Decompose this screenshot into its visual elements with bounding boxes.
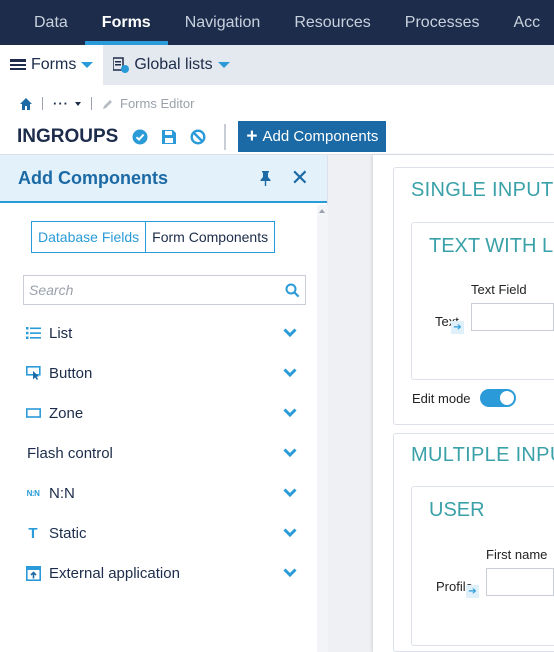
component-item-flash-control[interactable]: Flash control — [0, 433, 317, 473]
component-label: List — [49, 324, 73, 342]
section-title: SINGLE INPUT — [411, 179, 554, 201]
breadcrumb-more[interactable]: ··· — [53, 96, 81, 111]
component-label: Button — [49, 364, 93, 382]
plus-icon: + — [246, 125, 258, 147]
page-title: INGROUPS — [17, 125, 119, 147]
subsection-title: USER — [429, 499, 485, 521]
nav-tab-processes[interactable]: Processes — [388, 0, 497, 45]
edit-mode-switch[interactable] — [479, 389, 516, 407]
component-label: Static — [49, 524, 87, 542]
search-input[interactable] — [29, 282, 285, 298]
forms-menu-label: Forms — [31, 56, 77, 73]
breadcrumb-current: Forms Editor — [120, 96, 195, 111]
search-icon[interactable] — [285, 283, 300, 298]
chevron-down-icon[interactable] — [283, 528, 297, 538]
text-with-label-subsection[interactable]: TEXT WITH L — [411, 222, 554, 380]
global-lists-icon — [113, 57, 130, 73]
pin-icon[interactable] — [260, 170, 271, 186]
search-box — [23, 275, 306, 305]
sub-navigation: Forms Global lists — [0, 45, 554, 85]
chevron-down-icon[interactable] — [283, 568, 297, 578]
subsection-title: TEXT WITH L — [429, 235, 554, 257]
user-subsection[interactable]: USER — [411, 486, 554, 646]
title-bar: INGROUPS + Add Components — [17, 121, 387, 152]
component-item-static[interactable]: T Static — [0, 513, 317, 553]
panel-scrollbar[interactable] — [317, 205, 328, 652]
nav-tab-forms[interactable]: Forms — [84, 0, 168, 45]
nav-tab-resources[interactable]: Resources — [277, 0, 387, 45]
more-dots: ··· — [53, 96, 69, 111]
panel-title: Add Components — [18, 167, 168, 188]
database-fields-tab[interactable]: Database Fields — [31, 221, 147, 253]
first-name-input[interactable] — [486, 568, 554, 596]
chevron-down-icon[interactable] — [283, 488, 297, 498]
text-field-input[interactable] — [471, 303, 554, 331]
toolbar-divider — [224, 123, 227, 150]
edit-mode-label: Edit mode — [412, 390, 471, 406]
validate-check-icon[interactable] — [132, 129, 148, 145]
forms-menu[interactable]: Forms — [0, 45, 104, 85]
save-icon[interactable] — [161, 129, 177, 145]
link-arrow-icon: ➔ — [466, 585, 479, 598]
editor-header: ··· Forms Editor INGROUPS + Add Componen… — [0, 85, 554, 155]
add-components-button[interactable]: + Add Components — [238, 121, 387, 152]
breadcrumb-divider — [42, 97, 43, 110]
edit-mode-toggle: Edit mode — [412, 389, 516, 407]
chevron-down-icon[interactable] — [283, 408, 297, 418]
nav-tab-label: Processes — [404, 13, 480, 31]
breadcrumb-divider — [91, 97, 92, 110]
component-item-button[interactable]: Button — [0, 353, 317, 393]
nav-tab-label: Navigation — [184, 13, 261, 31]
nav-tab-label: Forms — [101, 13, 151, 31]
first-name-label: First name — [486, 547, 548, 562]
top-navigation: Data Forms Navigation Resources Processe… — [0, 0, 554, 45]
home-icon[interactable] — [20, 97, 32, 110]
external-app-icon — [25, 565, 41, 581]
components-list: List Button Zone Flash control N:N N:N T… — [0, 313, 317, 593]
chevron-down-icon[interactable] — [283, 368, 297, 378]
component-item-list[interactable]: List — [0, 313, 317, 353]
text-field-label: Text Field — [471, 282, 527, 297]
add-components-label: Add Components — [262, 128, 379, 145]
components-source-toggle: Database Fields Form Components — [31, 221, 276, 253]
forms-list-icon — [10, 58, 26, 72]
nav-tab-label: Data — [34, 13, 68, 31]
global-lists-label: Global lists — [134, 56, 213, 73]
nav-tab-access[interactable]: Acc — [497, 0, 554, 45]
chevron-down-icon — [81, 62, 94, 68]
nav-tab-navigation[interactable]: Navigation — [168, 0, 278, 45]
nav-tab-label: Resources — [294, 13, 371, 31]
add-components-panel: Add Components ✕ Database Fields Form Co… — [0, 155, 328, 652]
component-label: Zone — [49, 404, 84, 422]
cancel-icon[interactable] — [190, 128, 206, 145]
nav-tab-label: Acc — [513, 13, 541, 31]
close-icon[interactable]: ✕ — [291, 167, 309, 189]
chevron-down-icon — [217, 62, 230, 68]
component-item-external-application[interactable]: External application — [0, 553, 317, 593]
static-icon: T — [28, 524, 38, 542]
panel-header: Add Components ✕ — [0, 155, 327, 203]
list-icon — [25, 327, 41, 339]
component-label: Flash control — [27, 444, 113, 462]
section-title: MULTIPLE INPU — [411, 444, 554, 466]
nn-icon: N:N — [26, 488, 40, 498]
chevron-down-icon — [75, 101, 81, 106]
component-item-zone[interactable]: Zone — [0, 393, 317, 433]
global-lists-menu[interactable]: Global lists — [103, 45, 239, 85]
component-item-nn[interactable]: N:N N:N — [0, 473, 317, 513]
component-label: N:N — [49, 484, 75, 502]
chevron-down-icon[interactable] — [283, 448, 297, 458]
breadcrumb: ··· Forms Editor — [20, 96, 194, 111]
component-label: External application — [49, 564, 180, 582]
scroll-up-icon[interactable] — [319, 209, 325, 213]
link-arrow-icon: ➔ — [451, 321, 464, 334]
nav-tab-data[interactable]: Data — [0, 0, 85, 45]
chevron-down-icon[interactable] — [283, 328, 297, 338]
button-icon — [25, 366, 41, 380]
form-components-tab[interactable]: Form Components — [146, 221, 276, 253]
zone-icon — [25, 408, 41, 418]
pencil-icon — [102, 98, 114, 110]
